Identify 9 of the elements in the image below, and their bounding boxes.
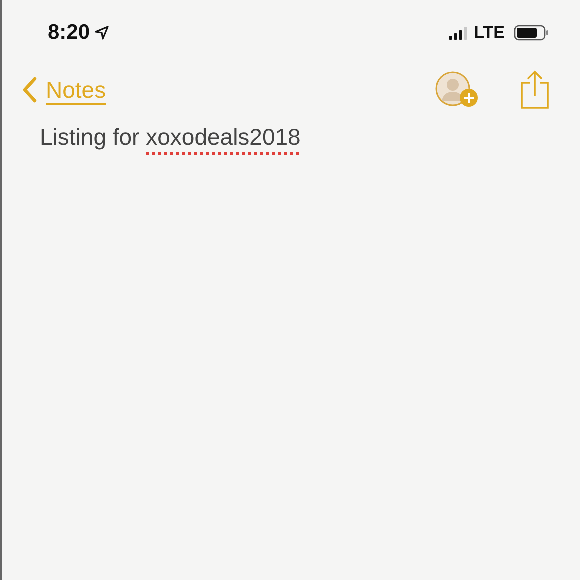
back-button[interactable]: Notes xyxy=(22,76,106,104)
signal-icon xyxy=(449,26,470,40)
back-chevron-icon[interactable] xyxy=(22,76,38,104)
location-arrow-icon xyxy=(95,26,110,40)
share-icon[interactable] xyxy=(520,70,550,110)
note-text: Listing for xoxodeals2018 xyxy=(39,123,302,151)
battery-icon xyxy=(514,25,550,41)
status-time: 8:20 xyxy=(48,21,90,45)
network-label: LTE xyxy=(474,23,505,43)
